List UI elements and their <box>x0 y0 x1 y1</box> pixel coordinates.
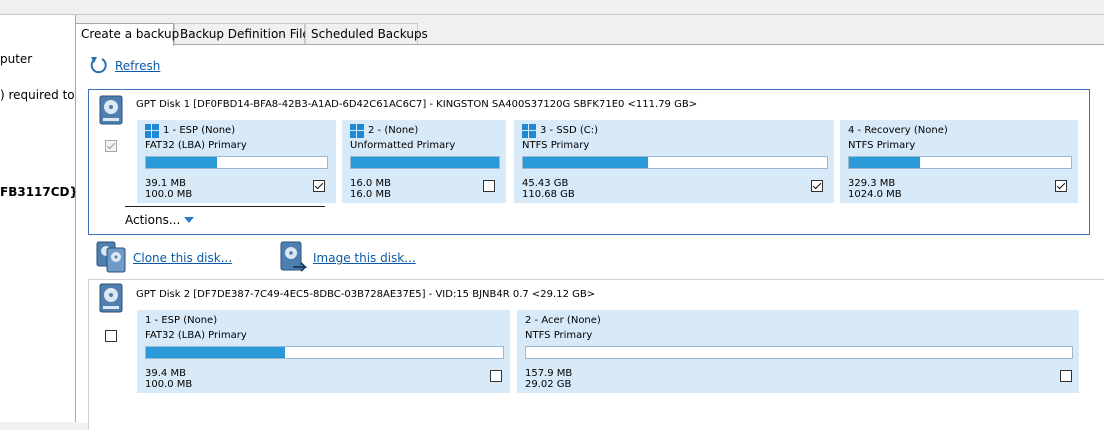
disk-1-panel[interactable]: GPT Disk 1 [DF0FBD14-BFA8-42B3-A1AD-6D42… <box>88 89 1090 235</box>
disk-1-partition-4[interactable]: 4 - Recovery (None) NTFS Primary 329.3 M… <box>840 120 1078 203</box>
partition-checkbox[interactable] <box>313 180 325 192</box>
partition-usage-fill <box>146 157 217 168</box>
clone-disk-link[interactable]: Clone this disk... <box>133 251 232 265</box>
refresh-link[interactable]: Refresh <box>115 59 160 73</box>
partition-checkbox[interactable] <box>490 370 502 382</box>
actions-dropdown[interactable]: Actions... <box>125 213 195 227</box>
disk-2-title: GPT Disk 2 [DF7DE387-7C49-4EC5-8DBC-03B7… <box>136 289 596 300</box>
actions-label: Actions... <box>125 213 181 227</box>
tab-backup-definition-files[interactable]: Backup Definition Files <box>174 23 316 44</box>
partition-used-size: 157.9 MB <box>525 368 573 379</box>
disk-2-panel[interactable]: GPT Disk 2 [DF7DE387-7C49-4EC5-8DBC-03B7… <box>88 279 1104 430</box>
left-pane-text-3: FB3117CD} <box>0 185 76 199</box>
partition-type: FAT32 (LBA) Primary <box>145 140 247 151</box>
partition-total-size: 29.02 GB <box>525 379 572 390</box>
partition-title: 4 - Recovery (None) <box>848 125 948 136</box>
partition-type: Unformatted Primary <box>350 140 456 151</box>
partition-used-size: 16.0 MB <box>350 178 391 189</box>
top-toolbar-strip <box>0 0 1104 15</box>
partition-usage-bar <box>145 346 504 359</box>
partition-total-size: 1024.0 MB <box>848 189 902 200</box>
disk-1-select-checkbox[interactable] <box>105 140 117 152</box>
disk-1-partition-3[interactable]: 3 - SSD (C:) NTFS Primary 45.43 GB 110.6… <box>514 120 834 203</box>
disk-2-select-checkbox[interactable] <box>105 330 117 342</box>
partition-type: NTFS Primary <box>848 140 916 151</box>
partition-used-size: 39.1 MB <box>145 178 186 189</box>
left-navigation-pane: puter ) required to FB3117CD} <box>0 15 76 422</box>
windows-logo-icon <box>145 124 159 138</box>
disk-1-partition-1[interactable]: 1 - ESP (None) FAT32 (LBA) Primary 39.1 … <box>137 120 336 203</box>
refresh-icon[interactable] <box>88 55 108 75</box>
left-pane-text-1: puter <box>0 52 33 66</box>
tab-create-backup[interactable]: Create a backup <box>75 23 179 46</box>
partition-used-size: 45.43 GB <box>522 178 569 189</box>
disk-2-partition-2[interactable]: 2 - Acer (None) NTFS Primary 157.9 MB 29… <box>517 310 1079 393</box>
tab-scheduled-backups[interactable]: Scheduled Backups <box>305 23 428 44</box>
partition-used-size: 329.3 MB <box>848 178 896 189</box>
image-disk-icon[interactable] <box>279 241 309 273</box>
partition-checkbox[interactable] <box>811 180 823 192</box>
partition-checkbox[interactable] <box>1055 180 1067 192</box>
partition-usage-bar <box>848 156 1072 169</box>
partition-usage-bar <box>145 156 328 169</box>
disk-1-partition-2[interactable]: 2 - (None) Unformatted Primary 16.0 MB 1… <box>342 120 506 203</box>
partition-usage-fill <box>523 157 648 168</box>
partition-used-size: 39.4 MB <box>145 368 186 379</box>
partition-checkbox[interactable] <box>483 180 495 192</box>
partition-usage-bar <box>522 156 828 169</box>
partition-selection-underline <box>125 206 325 207</box>
left-pane-text-2: ) required to <box>0 88 75 102</box>
partition-total-size: 110.68 GB <box>522 189 575 200</box>
partition-type: NTFS Primary <box>522 140 590 151</box>
chevron-down-icon <box>184 217 195 223</box>
windows-logo-icon <box>350 124 364 138</box>
partition-type: FAT32 (LBA) Primary <box>145 330 247 341</box>
partition-total-size: 16.0 MB <box>350 189 391 200</box>
create-backup-panel: Refresh GPT Disk 1 [DF0FBD14-BFA8-42B3-A… <box>76 44 1104 430</box>
clone-disk-icon[interactable] <box>96 241 126 273</box>
partition-checkbox[interactable] <box>1060 370 1072 382</box>
partition-title: 1 - ESP (None) <box>163 125 236 136</box>
disk-2-partition-1[interactable]: 1 - ESP (None) FAT32 (LBA) Primary 39.4 … <box>137 310 510 393</box>
disk-1-title: GPT Disk 1 [DF0FBD14-BFA8-42B3-A1AD-6D42… <box>136 99 698 110</box>
partition-total-size: 100.0 MB <box>145 379 193 390</box>
partition-type: NTFS Primary <box>525 330 593 341</box>
partition-title: 2 - Acer (None) <box>525 315 601 326</box>
windows-logo-icon <box>522 124 536 138</box>
partition-usage-fill <box>351 157 499 168</box>
partition-usage-fill <box>146 347 286 358</box>
partition-title: 3 - SSD (C:) <box>540 125 599 136</box>
image-disk-link[interactable]: Image this disk... <box>313 251 416 265</box>
partition-total-size: 100.0 MB <box>145 189 193 200</box>
hard-disk-icon <box>99 283 123 313</box>
hard-disk-icon <box>99 95 123 125</box>
partition-title: 1 - ESP (None) <box>145 315 218 326</box>
partition-usage-fill <box>849 157 921 168</box>
partition-usage-bar <box>525 346 1073 359</box>
partition-usage-bar <box>350 156 500 169</box>
partition-title: 2 - (None) <box>368 125 419 136</box>
